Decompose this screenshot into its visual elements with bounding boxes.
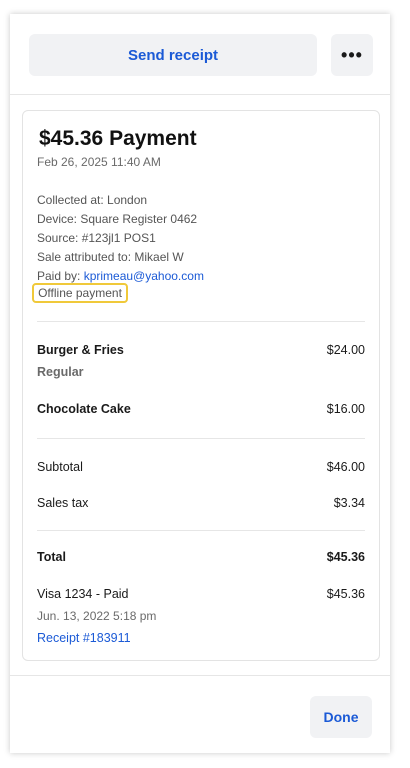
top-bar: Send receipt ••• bbox=[10, 14, 390, 94]
tax-label: Sales tax bbox=[37, 496, 89, 510]
total-value: $45.36 bbox=[326, 550, 365, 564]
sale-attributed: Sale attributed to: Mikael W bbox=[37, 250, 184, 264]
item-price: $24.00 bbox=[326, 343, 365, 357]
total-label: Total bbox=[37, 550, 66, 564]
divider bbox=[10, 94, 390, 95]
item-name: Burger & Fries bbox=[37, 343, 124, 357]
more-options-button[interactable]: ••• bbox=[331, 34, 373, 76]
source: Source: #123jl1 POS1 bbox=[37, 231, 156, 245]
tender-card: Visa 1234 - Paid bbox=[37, 587, 129, 601]
subtotal-label: Subtotal bbox=[37, 460, 83, 474]
paid-by: Paid by: kprimeau@yahoo.com bbox=[37, 269, 204, 283]
tender-date: Jun. 13, 2022 5:18 pm bbox=[37, 609, 157, 623]
collected-at: Collected at: London bbox=[37, 193, 148, 207]
divider bbox=[37, 321, 365, 322]
device: Device: Square Register 0462 bbox=[37, 212, 198, 226]
done-button[interactable]: Done bbox=[310, 696, 372, 738]
send-receipt-button[interactable]: Send receipt bbox=[29, 34, 317, 76]
item-name: Chocolate Cake bbox=[37, 402, 131, 416]
item-variant: Regular bbox=[37, 365, 84, 379]
payment-title: $45.36 Payment bbox=[39, 127, 197, 150]
more-icon: ••• bbox=[341, 44, 363, 65]
payment-date: Feb 26, 2025 11:40 AM bbox=[37, 155, 161, 169]
receipt-link[interactable]: Receipt #183911 bbox=[37, 631, 131, 645]
tax-value: $3.34 bbox=[333, 496, 365, 510]
tender-amount: $45.36 bbox=[326, 587, 365, 601]
divider bbox=[37, 438, 365, 439]
offline-payment-badge: Offline payment bbox=[32, 283, 128, 303]
paid-by-label: Paid by: bbox=[37, 269, 84, 283]
payment-detail-sheet: Send receipt ••• $45.36 Payment Feb 26, … bbox=[10, 14, 390, 753]
paid-by-email-link[interactable]: kprimeau@yahoo.com bbox=[84, 269, 204, 283]
subtotal-value: $46.00 bbox=[326, 460, 365, 474]
divider bbox=[10, 675, 390, 676]
divider bbox=[37, 530, 365, 531]
item-price: $16.00 bbox=[326, 402, 365, 416]
payment-card: $45.36 Payment Feb 26, 2025 11:40 AM Col… bbox=[22, 110, 380, 661]
